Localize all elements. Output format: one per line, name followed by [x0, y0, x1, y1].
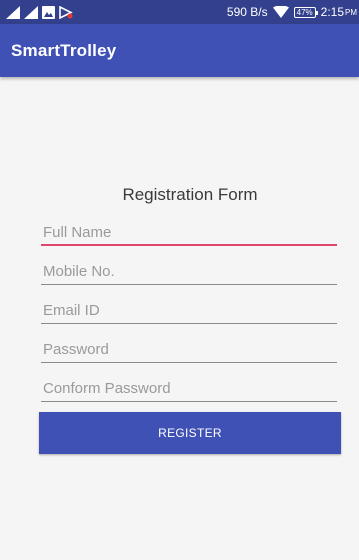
app-title: SmartTrolley: [11, 41, 117, 60]
status-bar: 590 B/s 47% 2:15 PM: [0, 0, 359, 24]
battery-level: 47%: [296, 7, 313, 17]
register-button[interactable]: REGISTER: [39, 412, 341, 454]
form-title: Registration Form: [122, 185, 258, 204]
mobile-input[interactable]: [41, 259, 337, 285]
status-icons-left: [6, 4, 73, 20]
confirm-password-input[interactable]: [41, 376, 337, 402]
email-input[interactable]: [41, 298, 337, 324]
battery-icon: 47%: [293, 6, 318, 18]
password-input[interactable]: [41, 337, 337, 363]
wifi-icon: [272, 6, 289, 18]
signal-icon: [24, 5, 38, 19]
no-sim-icon: [59, 5, 73, 19]
status-icons-right: 590 B/s 47% 2:15 PM: [227, 3, 357, 21]
app-bar: SmartTrolley: [0, 24, 359, 77]
mobile-field[interactable]: [41, 259, 337, 287]
clock-time: 2:15: [320, 5, 344, 19]
full-name-field[interactable]: [41, 220, 337, 248]
network-speed: 590 B/s: [226, 5, 268, 19]
image-notification-icon: [42, 5, 55, 19]
clock-ampm: PM: [345, 7, 357, 17]
password-field[interactable]: [41, 337, 337, 365]
confirm-password-field[interactable]: [41, 376, 337, 404]
signal-icon: [6, 5, 20, 19]
email-field[interactable]: [41, 298, 337, 326]
full-name-input[interactable]: [41, 220, 337, 246]
